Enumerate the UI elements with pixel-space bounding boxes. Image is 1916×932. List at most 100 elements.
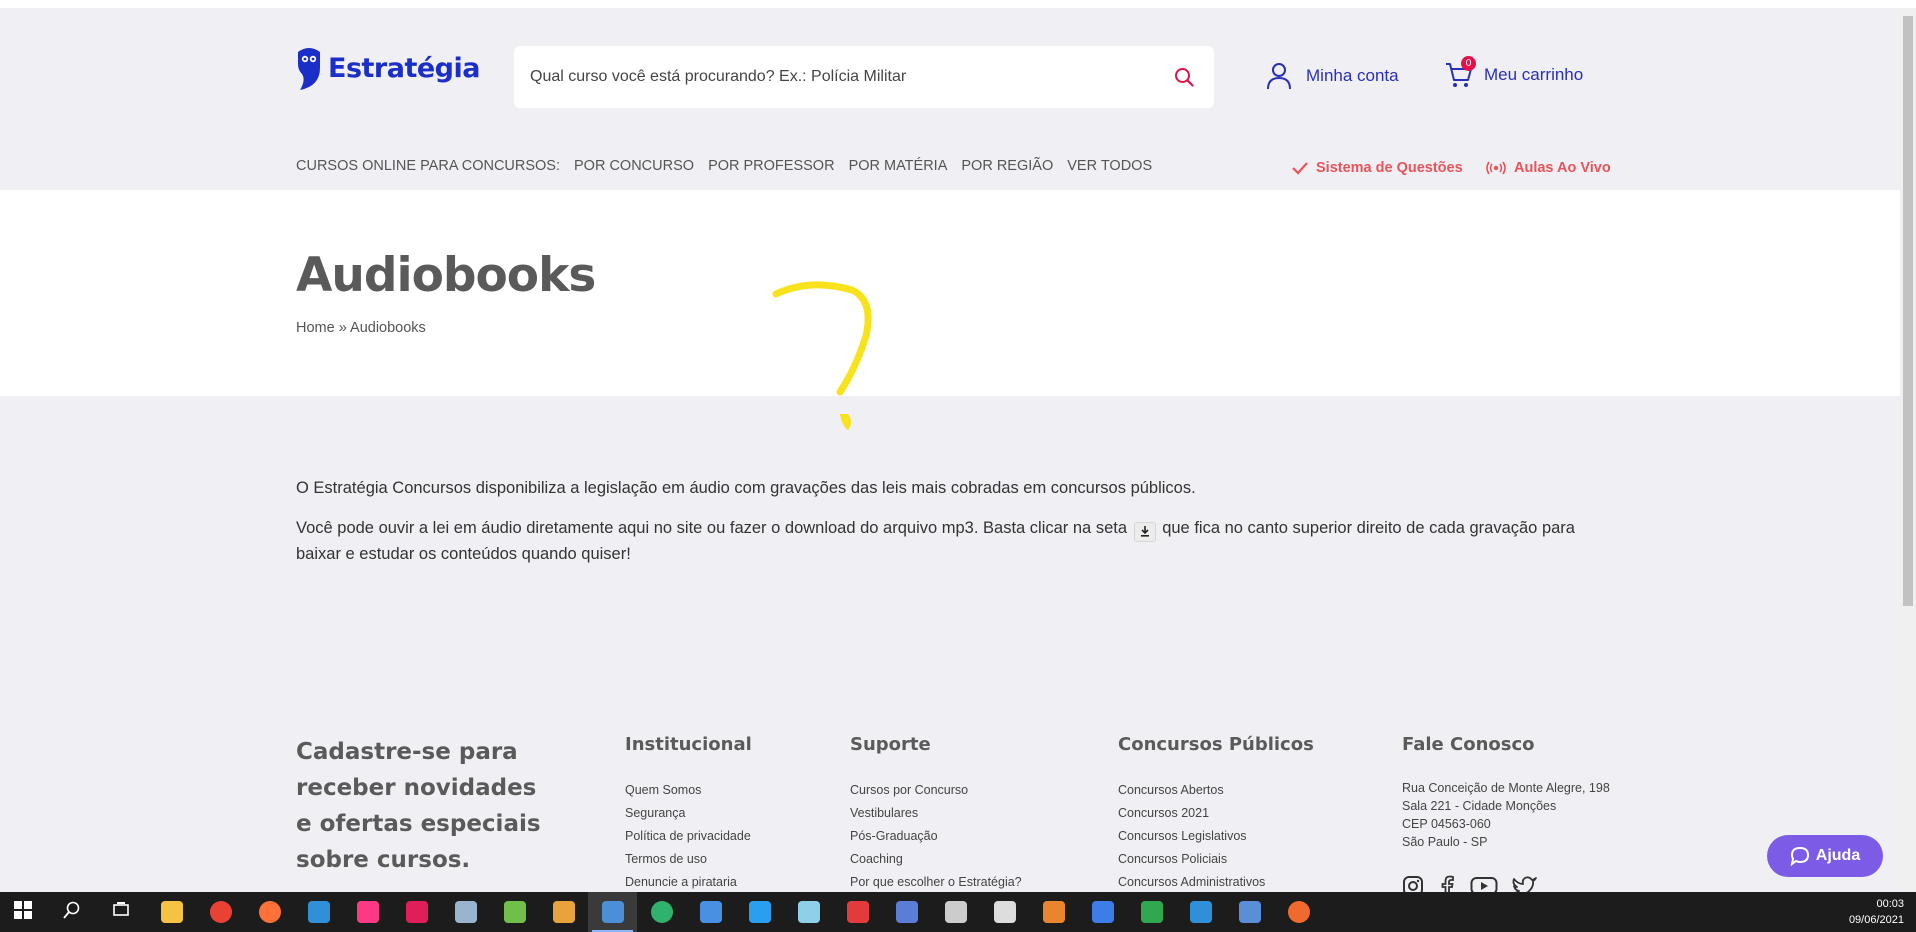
taskbar-item[interactable] (637, 892, 686, 932)
taskbar-item[interactable] (931, 892, 980, 932)
task-view-icon (112, 901, 134, 923)
app-icon (993, 901, 1016, 923)
footer-link-concursos-abertos[interactable]: Concursos Abertos (1118, 779, 1314, 802)
edge-icon (650, 901, 673, 923)
taskbar-item[interactable] (49, 892, 98, 932)
footer-link-politica[interactable]: Política de privacidade (625, 825, 752, 848)
app-icon (1189, 901, 1212, 923)
page-hero: Audiobooks Home » Audiobooks (0, 190, 1900, 396)
taskbar-item[interactable] (980, 892, 1029, 932)
footer-contato-title: Fale Conosco (1402, 734, 1535, 755)
nav-por-regiao[interactable]: POR REGIÃO (961, 158, 1053, 174)
app-icon (601, 901, 624, 923)
footer-link-pos-graduacao[interactable]: Pós-Graduação (850, 825, 1022, 848)
logo-text: Estratégia (328, 52, 480, 84)
app-icon (846, 901, 869, 923)
account-link[interactable]: Minha conta (1266, 62, 1399, 90)
nav-prefix: CURSOS ONLINE PARA CONCURSOS: (296, 158, 561, 174)
taskbar-item[interactable] (1127, 892, 1176, 932)
instructions-paragraph: Você pode ouvir a lei em áudio diretamen… (296, 516, 1616, 567)
app-icon (1287, 901, 1310, 923)
footer-link-cursos-por-concurso[interactable]: Cursos por Concurso (850, 779, 1022, 802)
breadcrumb-separator: » (338, 320, 347, 336)
checkmark-icon (1292, 162, 1308, 175)
taskbar-apps (0, 892, 1323, 932)
page-scrollbar[interactable] (1900, 8, 1916, 892)
taskbar-item[interactable] (245, 892, 294, 932)
taskbar-item[interactable] (539, 892, 588, 932)
app-icon (454, 901, 477, 923)
search-input[interactable] (530, 68, 1170, 86)
aulas-ao-vivo-link[interactable]: Aulas Ao Vivo (1486, 160, 1611, 176)
footer-concursos-title: Concursos Públicos (1118, 734, 1314, 755)
app-icon (1042, 901, 1065, 923)
app-icon (944, 901, 967, 923)
footer-suporte: Suporte Cursos por Concurso Vestibulares… (850, 734, 1022, 894)
newsletter-heading: Cadastre-se para receber novidades e ofe… (296, 739, 541, 873)
footer-link-concursos-2021[interactable]: Concursos 2021 (1118, 802, 1314, 825)
main-content: O Estratégia Concursos disponibiliza a l… (296, 476, 1616, 582)
nav-por-concurso[interactable]: POR CONCURSO (574, 158, 694, 174)
windows-start-icon (13, 901, 36, 923)
page-title: Audiobooks (296, 248, 596, 303)
taskbar-item[interactable] (441, 892, 490, 932)
taskbar-item[interactable] (490, 892, 539, 932)
clock-date: 09/06/2021 (1848, 914, 1904, 926)
cart-link[interactable]: 0 Meu carrinho (1444, 56, 1583, 90)
footer-link-por-que[interactable]: Por que escolher o Estratégia? (850, 871, 1022, 894)
taskbar-item[interactable] (294, 892, 343, 932)
aulas-ao-vivo-label: Aulas Ao Vivo (1514, 160, 1611, 176)
app-icon (895, 901, 918, 923)
address-line: CEP 04563-060 (1402, 817, 1491, 831)
site-logo[interactable]: Estratégia (296, 46, 480, 90)
footer-link-seguranca[interactable]: Segurança (625, 802, 752, 825)
owl-logo-icon (298, 48, 320, 90)
address-line: Rua Conceição de Monte Alegre, 198 (1402, 781, 1610, 795)
taskbar-item[interactable] (0, 892, 49, 932)
search-button[interactable] (1170, 63, 1198, 91)
scrollbar-thumb[interactable] (1903, 16, 1913, 606)
taskbar-item[interactable] (392, 892, 441, 932)
app-icon (1091, 901, 1114, 923)
footer-link-pirataria[interactable]: Denuncie a pirataria (625, 871, 752, 894)
footer-link-policiais[interactable]: Concursos Policiais (1118, 848, 1314, 871)
taskbar-item[interactable] (1225, 892, 1274, 932)
app-icon (797, 901, 820, 923)
taskbar-item[interactable] (1029, 892, 1078, 932)
app-icon (1140, 901, 1163, 923)
footer-link-legislativos[interactable]: Concursos Legislativos (1118, 825, 1314, 848)
footer-link-coaching[interactable]: Coaching (850, 848, 1022, 871)
taskbar-item[interactable] (196, 892, 245, 932)
taskbar-item[interactable] (735, 892, 784, 932)
site-header: Estratégia Minha conta 0 Meu carrinho CU… (0, 8, 1900, 190)
taskbar-item[interactable] (1078, 892, 1127, 932)
taskbar-item[interactable] (98, 892, 147, 932)
clock-time: 00:03 (1876, 898, 1904, 910)
taskbar-item[interactable] (686, 892, 735, 932)
taskbar-item[interactable] (147, 892, 196, 932)
nav-por-materia[interactable]: POR MATÉRIA (849, 158, 948, 174)
footer-link-quem-somos[interactable]: Quem Somos (625, 779, 752, 802)
taskbar-item[interactable] (882, 892, 931, 932)
sistema-questoes-link[interactable]: Sistema de Questões (1292, 160, 1463, 176)
breadcrumb-home[interactable]: Home (296, 320, 335, 336)
footer-link-termos[interactable]: Termos de uso (625, 848, 752, 871)
help-chat-button[interactable]: Ajuda (1767, 835, 1883, 877)
taskbar-item[interactable] (784, 892, 833, 932)
file-explorer-icon (160, 901, 183, 923)
footer-link-vestibulares[interactable]: Vestibulares (850, 802, 1022, 825)
footer-link-administrativos[interactable]: Concursos Administrativos (1118, 871, 1314, 894)
system-clock[interactable]: 00:03 09/06/2021 (1849, 896, 1904, 928)
windows-taskbar: 00:03 09/06/2021 (0, 892, 1916, 932)
taskbar-item[interactable] (588, 892, 637, 932)
question-mark-annotation (772, 281, 872, 430)
nav-ver-todos[interactable]: VER TODOS (1067, 158, 1152, 174)
intellij-icon (356, 901, 379, 923)
taskbar-item[interactable] (1274, 892, 1323, 932)
taskbar-item[interactable] (1176, 892, 1225, 932)
footer-suporte-title: Suporte (850, 734, 931, 755)
taskbar-item[interactable] (833, 892, 882, 932)
intro-paragraph: O Estratégia Concursos disponibiliza a l… (296, 479, 1196, 497)
taskbar-item[interactable] (343, 892, 392, 932)
nav-por-professor[interactable]: POR PROFESSOR (708, 158, 835, 174)
